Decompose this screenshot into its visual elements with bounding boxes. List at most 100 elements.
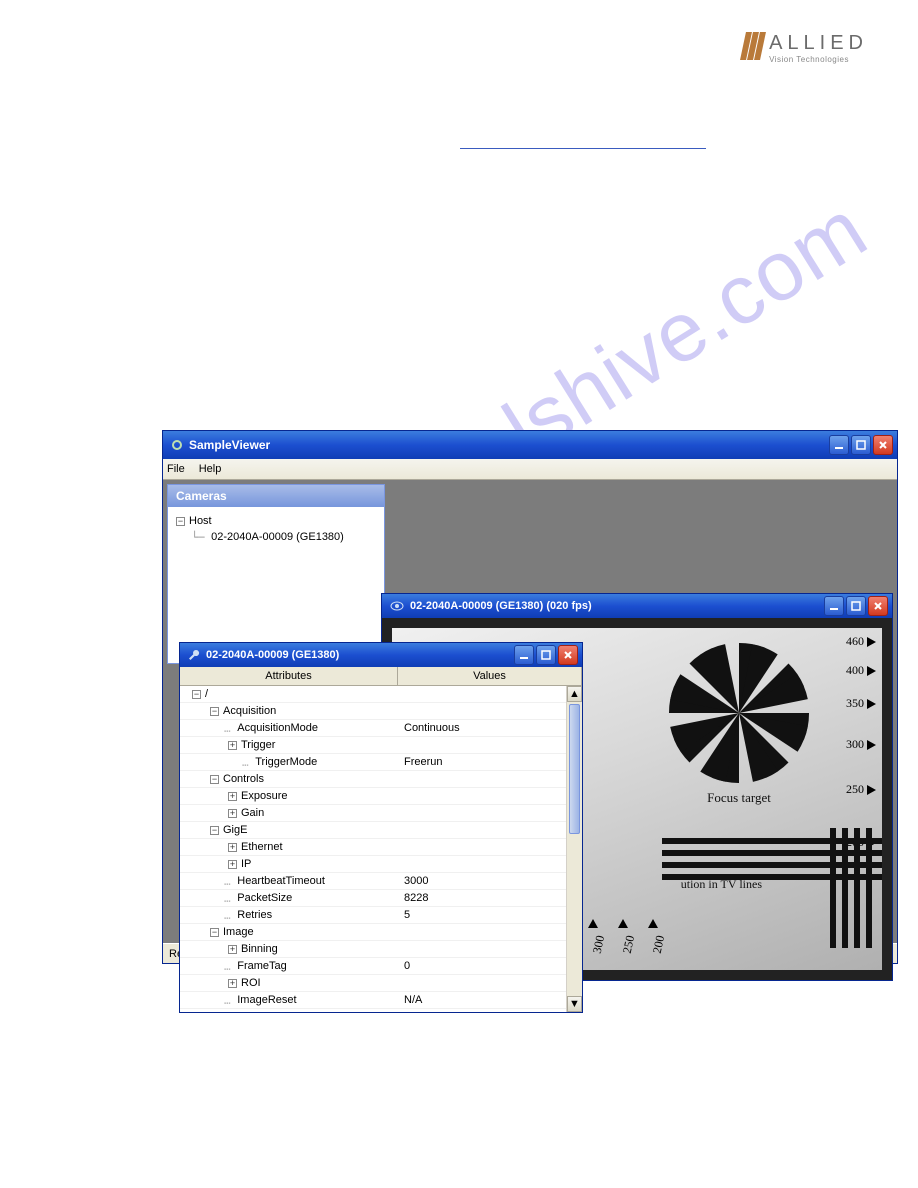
attribute-row[interactable]: … HeartbeatTimeout3000 bbox=[180, 873, 582, 890]
expand-icon[interactable]: + bbox=[228, 979, 237, 988]
collapse-icon[interactable]: − bbox=[210, 775, 219, 784]
app-titlebar[interactable]: SampleViewer bbox=[163, 431, 897, 459]
attribute-row[interactable]: … ImageResetN/A bbox=[180, 992, 582, 1009]
attribute-label: Binning bbox=[241, 943, 278, 955]
tree-line-icon: … bbox=[242, 756, 255, 769]
attribute-label: Ethernet bbox=[241, 841, 283, 853]
attr-close-button[interactable] bbox=[558, 645, 578, 665]
scroll-down-button[interactable]: ▼ bbox=[567, 996, 582, 1012]
resolution-tick-bottom: 250 bbox=[620, 934, 638, 955]
attribute-label: AcquisitionMode bbox=[237, 722, 318, 734]
maximize-button[interactable] bbox=[851, 435, 871, 455]
attribute-label: GigE bbox=[223, 824, 247, 836]
attribute-value: 0 bbox=[398, 960, 582, 972]
attribute-row[interactable]: +ROI bbox=[180, 975, 582, 992]
attr-maximize-button[interactable] bbox=[536, 645, 556, 665]
video-titlebar[interactable]: 02-2040A-00009 (GE1380) (020 fps) bbox=[382, 594, 892, 618]
tree-line-icon: … bbox=[224, 875, 237, 888]
mdi-workspace: Cameras − Host └─ 02-2040A-00009 (GE1380… bbox=[163, 480, 897, 943]
cameras-tree[interactable]: − Host └─ 02-2040A-00009 (GE1380) bbox=[168, 507, 384, 551]
expand-icon[interactable]: + bbox=[228, 809, 237, 818]
attribute-row[interactable]: −GigE bbox=[180, 822, 582, 839]
resolution-tick: 350 bbox=[846, 696, 876, 711]
collapse-icon[interactable]: − bbox=[176, 517, 185, 526]
app-title: SampleViewer bbox=[189, 438, 270, 452]
values-col-label[interactable]: Values bbox=[398, 667, 582, 685]
attribute-label: FrameTag bbox=[237, 960, 287, 972]
attribute-value: N/A bbox=[398, 994, 582, 1006]
attributes-col-label[interactable]: Attributes bbox=[180, 667, 398, 685]
tree-line-icon: … bbox=[224, 960, 237, 973]
expand-icon[interactable]: + bbox=[228, 843, 237, 852]
collapse-icon[interactable]: − bbox=[210, 707, 219, 716]
attribute-value: 5 bbox=[398, 909, 582, 921]
collapse-icon[interactable]: − bbox=[210, 928, 219, 937]
attribute-row[interactable]: +Gain bbox=[180, 805, 582, 822]
video-close-button[interactable] bbox=[868, 596, 888, 616]
eye-icon bbox=[390, 601, 404, 611]
expand-icon[interactable]: + bbox=[228, 945, 237, 954]
attribute-row[interactable]: … AcquisitionMode Continuous bbox=[180, 720, 582, 737]
attribute-label: Acquisition bbox=[223, 705, 276, 717]
attribute-row[interactable]: −/ bbox=[180, 686, 582, 703]
attribute-label: IP bbox=[241, 858, 251, 870]
tree-line-icon: └─ bbox=[178, 531, 211, 544]
menu-file[interactable]: File bbox=[167, 463, 185, 475]
menubar: File Help bbox=[163, 459, 897, 480]
attribute-row[interactable]: + Ethernet bbox=[180, 839, 582, 856]
attribute-row[interactable]: −Controls bbox=[180, 771, 582, 788]
attribute-row[interactable]: … TriggerModeFreerun bbox=[180, 754, 582, 771]
video-maximize-button[interactable] bbox=[846, 596, 866, 616]
collapse-icon[interactable]: − bbox=[210, 826, 219, 835]
resolution-ticks-right: 460400350300250200 bbox=[846, 634, 876, 850]
attribute-label: PacketSize bbox=[237, 892, 292, 904]
host-label: Host bbox=[189, 515, 212, 527]
triangle-icon bbox=[867, 785, 876, 795]
expand-icon[interactable]: + bbox=[228, 741, 237, 750]
attribute-row[interactable]: + IP bbox=[180, 856, 582, 873]
focus-target: Focus target bbox=[654, 638, 824, 833]
attribute-row[interactable]: + Binning bbox=[180, 941, 582, 958]
tree-line-icon: … bbox=[224, 722, 237, 735]
resolution-tick-bottom: 300 bbox=[590, 934, 608, 955]
triangle-icon bbox=[867, 666, 876, 676]
attribute-row[interactable]: … PacketSize8228 bbox=[180, 890, 582, 907]
attribute-value: Continuous bbox=[398, 722, 582, 734]
attribute-row[interactable]: … FrameTag 0 bbox=[180, 958, 582, 975]
triangle-icon bbox=[867, 637, 876, 647]
attribute-label: TriggerMode bbox=[255, 756, 317, 768]
tree-line-icon: … bbox=[224, 909, 237, 922]
attribute-row[interactable]: −Acquisition bbox=[180, 703, 582, 720]
minimize-button[interactable] bbox=[829, 435, 849, 455]
attribute-row[interactable]: … Retries5 bbox=[180, 907, 582, 924]
attribute-row[interactable]: +Exposure bbox=[180, 788, 582, 805]
attr-minimize-button[interactable] bbox=[514, 645, 534, 665]
tree-line-icon: … bbox=[224, 994, 237, 1007]
attribute-row[interactable]: −Image bbox=[180, 924, 582, 941]
tree-host-row[interactable]: − Host bbox=[172, 513, 380, 529]
siemens-star-icon bbox=[664, 638, 814, 788]
expand-icon[interactable]: + bbox=[228, 792, 237, 801]
wrench-icon bbox=[188, 649, 200, 661]
logo-bars-icon bbox=[740, 32, 766, 60]
scroll-up-button[interactable]: ▲ bbox=[567, 686, 582, 702]
resolution-tick: 460 bbox=[846, 634, 876, 649]
brand-logo: ALLIED Vision Technologies bbox=[743, 32, 868, 64]
video-title: 02-2040A-00009 (GE1380) (020 fps) bbox=[410, 600, 592, 612]
attributes-tree[interactable]: −/−Acquisition… AcquisitionModeContinuou… bbox=[180, 686, 582, 1012]
attributes-window: 02-2040A-00009 (GE1380) Attributes Value… bbox=[179, 642, 583, 1013]
link-underline bbox=[460, 148, 706, 149]
menu-help[interactable]: Help bbox=[199, 463, 222, 475]
collapse-icon[interactable]: − bbox=[192, 690, 201, 699]
video-minimize-button[interactable] bbox=[824, 596, 844, 616]
tree-camera-row[interactable]: └─ 02-2040A-00009 (GE1380) bbox=[172, 529, 380, 545]
scroll-thumb[interactable] bbox=[569, 704, 580, 834]
expand-icon[interactable]: + bbox=[228, 860, 237, 869]
logo-brand: ALLIED bbox=[769, 32, 868, 55]
attributes-titlebar[interactable]: 02-2040A-00009 (GE1380) bbox=[180, 643, 582, 667]
attribute-row[interactable]: +Trigger bbox=[180, 737, 582, 754]
attributes-scrollbar[interactable]: ▲ ▼ bbox=[566, 686, 582, 1012]
camera-label: 02-2040A-00009 (GE1380) bbox=[211, 531, 344, 543]
close-button[interactable] bbox=[873, 435, 893, 455]
attribute-label: / bbox=[205, 688, 208, 700]
